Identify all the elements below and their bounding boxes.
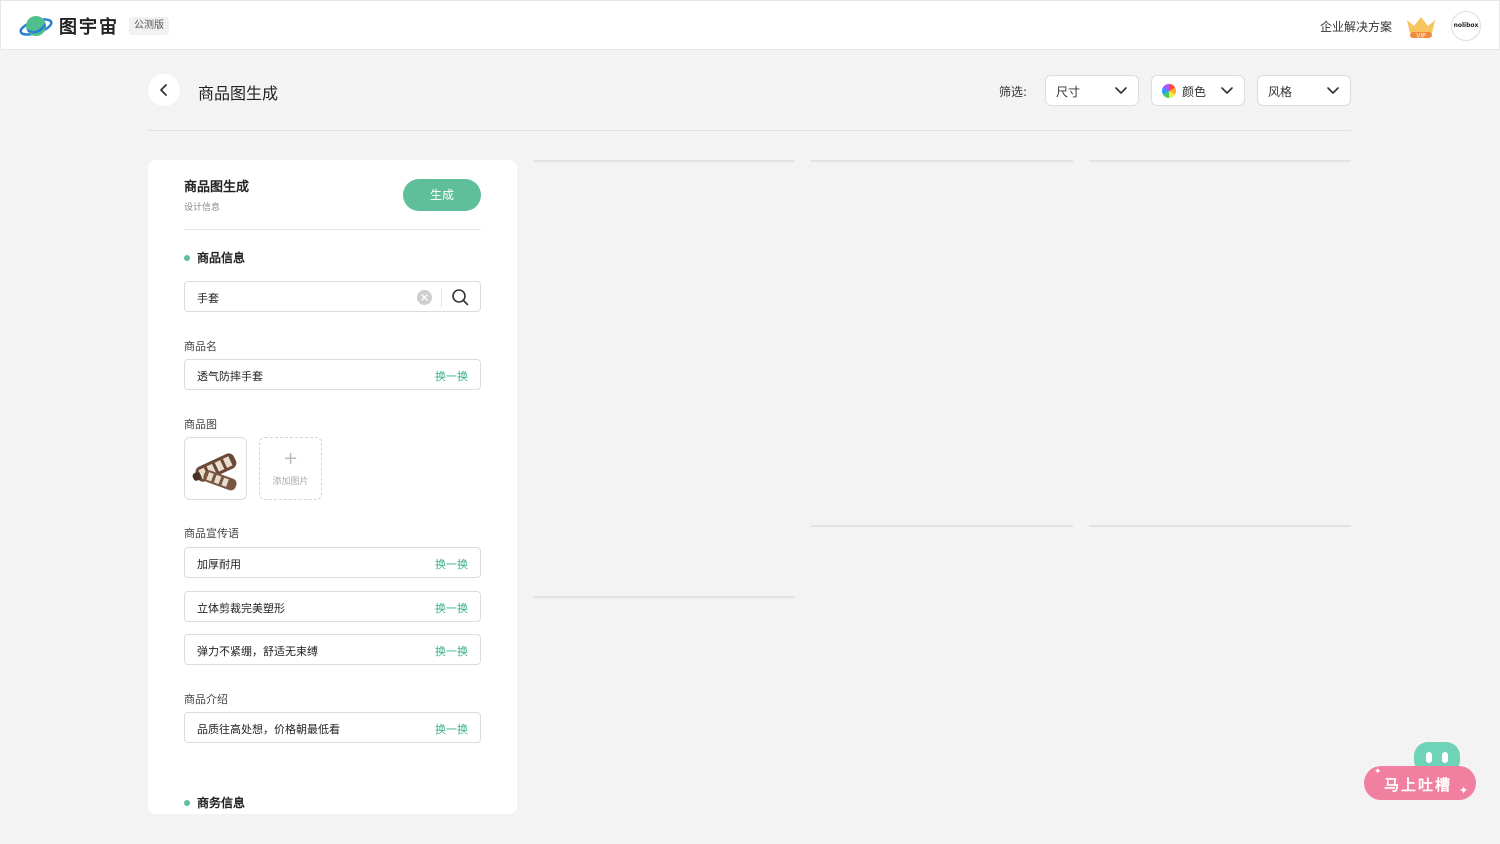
plus-icon: + [282,448,299,469]
vip-crown-icon[interactable]: VIP [1404,14,1438,40]
chevron-down-icon [1221,87,1233,94]
preview-placeholder-line [1089,160,1351,162]
style-filter-label: 风格 [1268,85,1293,99]
user-avatar[interactable]: nolibox [1451,11,1481,41]
product-intro-field[interactable]: 品质往高处想，价格朝最低看 换一换 [184,712,481,743]
product-name-label: 商品名 [184,340,217,353]
color-filter-label: 颜色 [1182,85,1207,99]
size-filter-dropdown[interactable]: 尺寸 [1045,75,1139,106]
svg-text:✦: ✦ [1374,767,1382,777]
search-icon[interactable] [451,288,469,306]
slogan-label: 商品宣传语 [184,527,239,540]
swap-button[interactable]: 换一换 [435,600,468,616]
clear-icon[interactable] [417,290,432,305]
swap-button[interactable]: 换一换 [435,556,468,572]
slogan-value: 立体剪裁完美塑形 [197,602,285,615]
feedback-label: 马上吐槽 [1384,776,1453,794]
color-filter-dropdown[interactable]: 颜色 [1151,75,1245,106]
product-name-field[interactable]: 透气防摔手套 换一换 [184,359,481,390]
preview-placeholder-line [1089,525,1351,527]
panel-divider [184,229,481,230]
slogan-value: 弹力不紧绷，舒适无束缚 [197,645,318,658]
size-filter-label: 尺寸 [1056,85,1081,99]
slogan-field-2[interactable]: 立体剪裁完美塑形 换一换 [184,591,481,622]
product-image-thumbnail[interactable] [184,437,247,500]
slogan-value: 加厚耐用 [197,558,241,571]
vip-label: VIP [1416,33,1426,40]
swap-button[interactable]: 换一换 [435,368,468,384]
add-image-label: 添加图片 [272,477,309,487]
swap-button[interactable]: 换一换 [435,643,468,659]
search-separator [441,288,442,307]
header-divider [148,130,1351,131]
panel-title: 商品图生成 [184,180,250,195]
product-intro-label: 商品介绍 [184,693,228,706]
brand-name[interactable]: 图宇宙 [59,13,119,39]
generate-button[interactable]: 生成 [403,179,481,211]
product-search-input[interactable]: 手套 [184,281,481,312]
top-navigation-bar: 图宇宙 公测版 企业解决方案 VIP nolibox [0,0,1500,50]
filter-label: 筛选: [999,85,1028,99]
beta-badge: 公测版 [129,17,169,35]
preview-placeholder-line [811,160,1073,162]
chevron-left-icon [160,84,167,96]
preview-placeholder-line [811,525,1073,527]
svg-text:✦: ✦ [1459,784,1468,797]
slogan-field-1[interactable]: 加厚耐用 换一换 [184,547,481,578]
style-filter-dropdown[interactable]: 风格 [1257,75,1351,106]
product-info-section-title: 商品信息 [184,249,245,266]
design-info-panel: 商品图生成 设计信息 生成 商品信息 手套 商品名 透气防摔手套 换一换 商品图 [148,160,517,814]
color-wheel-icon [1162,84,1176,98]
planet-logo-icon[interactable] [19,12,53,40]
panel-subtitle: 设计信息 [184,203,221,213]
page-title: 商品图生成 [198,84,279,103]
feedback-widget[interactable]: ✦ ✦ 马上吐槽 [1362,740,1478,802]
add-image-button[interactable]: + 添加图片 [259,437,322,500]
back-button[interactable] [148,74,180,106]
search-value: 手套 [197,292,219,305]
enterprise-solutions-link[interactable]: 企业解决方案 [1320,18,1392,35]
glove-image [192,453,237,491]
slogan-field-3[interactable]: 弹力不紧绷，舒适无束缚 换一换 [184,634,481,665]
preview-placeholder-line [533,160,795,162]
swap-button[interactable]: 换一换 [435,721,468,737]
chevron-down-icon [1115,87,1127,94]
product-name-value: 透气防摔手套 [197,370,263,383]
chevron-down-icon [1327,87,1339,94]
product-image-label: 商品图 [184,418,217,431]
product-intro-value: 品质往高处想，价格朝最低看 [197,723,340,736]
preview-placeholder-line [533,596,795,598]
business-info-section-title: 商务信息 [184,794,245,811]
